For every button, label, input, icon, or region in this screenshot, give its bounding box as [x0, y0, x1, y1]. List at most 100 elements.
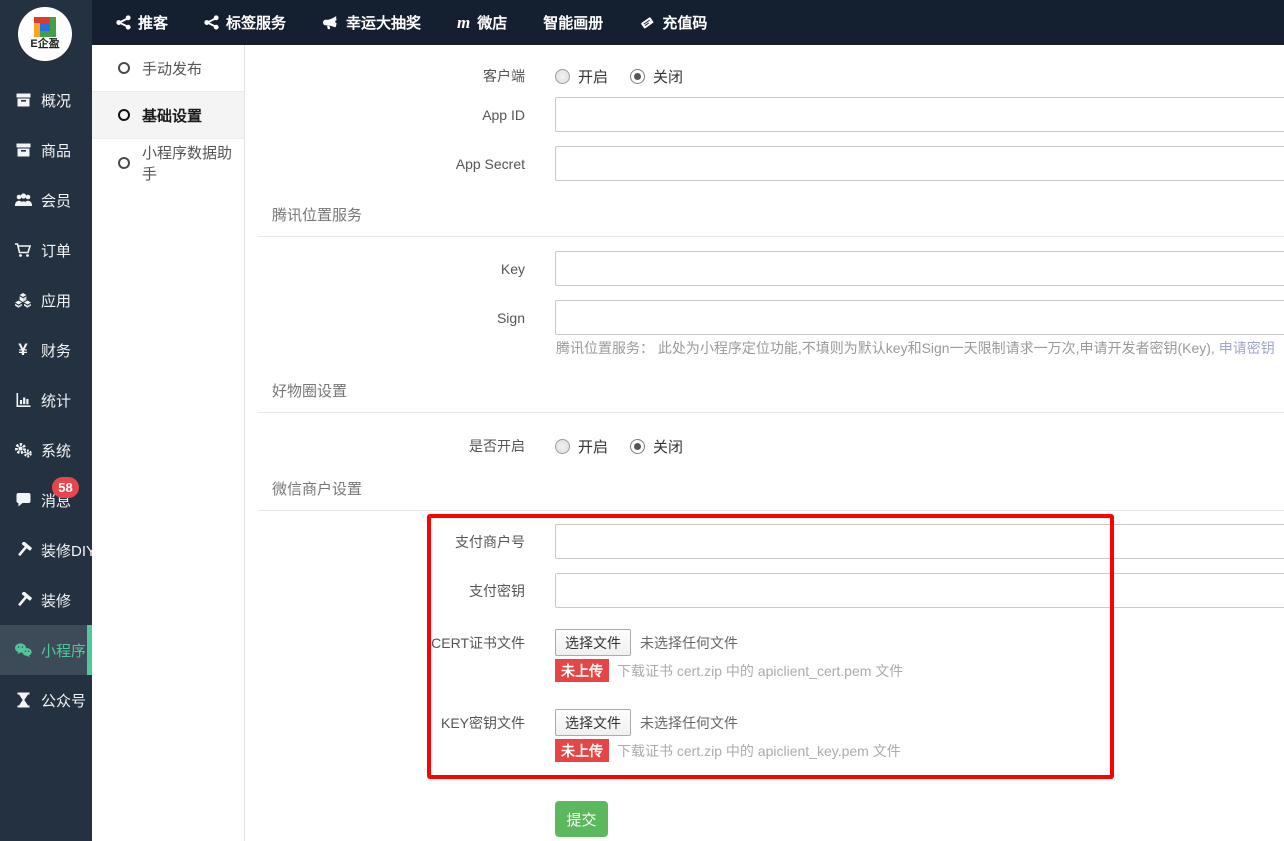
submenu-item-basic-settings[interactable]: 基础设置: [92, 92, 244, 139]
cert-file-no-file-text: 未选择任何文件: [640, 633, 738, 653]
cert-download-hint[interactable]: 下载证书 cert.zip 中的 apiclient_cert.pem 文件: [617, 661, 903, 681]
app-id-input[interactable]: [555, 97, 1284, 132]
sidebar-item-decorate-diy[interactable]: 装修DIY: [0, 525, 92, 575]
topbar-item-weidian[interactable]: m 微店: [457, 12, 507, 33]
radio-label: 关闭: [653, 66, 683, 87]
submenu-item-label: 手动发布: [142, 58, 202, 79]
topbar-item-smart-album[interactable]: 智能画册: [543, 12, 603, 33]
topbar-item-recharge-code[interactable]: 充值码: [639, 12, 707, 33]
sidebar-item-orders[interactable]: 订单: [0, 225, 92, 275]
topbar-item-tuike[interactable]: 推客: [116, 12, 168, 33]
client-radio-on[interactable]: 开启: [555, 66, 608, 87]
haowu-switch-label: 是否开启: [246, 436, 525, 456]
sidebar-item-label: 订单: [41, 240, 71, 261]
radio-label: 开启: [578, 436, 608, 457]
app-secret-label: App Secret: [246, 156, 525, 172]
key-label: Key: [246, 261, 525, 277]
cert-file-choose-button[interactable]: 选择文件: [555, 629, 631, 656]
radio-label: 开启: [578, 66, 608, 87]
key-download-hint[interactable]: 下载证书 cert.zip 中的 apiclient_key.pem 文件: [617, 741, 901, 761]
client-radio-off[interactable]: 关闭: [630, 66, 683, 87]
key-file-choose-button[interactable]: 选择文件: [555, 709, 631, 736]
submit-button[interactable]: 提交: [555, 801, 608, 837]
key-not-uploaded-badge: 未上传: [555, 739, 609, 762]
location-hint-text: 腾讯位置服务： 此处为小程序定位功能,不填则为默认key和Sign一天限制请求一…: [556, 340, 1219, 356]
submenu-item-label: 小程序数据助手: [142, 142, 244, 184]
stats-chart-icon: [15, 392, 32, 408]
sidebar-item-overview[interactable]: 概况: [0, 75, 92, 125]
goods-box-icon: [15, 142, 32, 158]
radio-checked-icon[interactable]: [630, 69, 645, 84]
topbar-item-label: 充值码: [662, 12, 707, 33]
sidebar-item-apps[interactable]: 应用: [0, 275, 92, 325]
sidebar-item-label: 会员: [41, 190, 71, 211]
system-gears-icon: [14, 442, 33, 458]
haowu-radio-off[interactable]: 关闭: [630, 436, 683, 457]
sidebar-item-goods[interactable]: 商品: [0, 125, 92, 175]
topbar-item-lucky-draw[interactable]: 幸运大抽奖: [322, 12, 421, 33]
section-wechat-merchant: 微信商户设置: [258, 478, 1284, 511]
apply-key-link[interactable]: 申请密钥: [1219, 340, 1275, 356]
main-content: 客户端 开启 关闭 App ID App Secret 腾讯位置服务 Key S…: [246, 45, 1284, 841]
sign-input[interactable]: [555, 300, 1284, 335]
submenu-item-data-assistant[interactable]: 小程序数据助手: [92, 139, 244, 186]
sidebar-item-label: 商品: [41, 140, 71, 161]
hourglass-icon: [16, 692, 31, 708]
app-secret-input[interactable]: [555, 146, 1284, 181]
sign-label: Sign: [246, 310, 525, 326]
brand-logo[interactable]: E企盈: [18, 7, 72, 61]
submenu-item-label: 基础设置: [142, 105, 202, 126]
sidebar-item-label: 概况: [41, 90, 71, 111]
hammer-icon: [15, 592, 32, 608]
circle-icon: [118, 62, 130, 74]
radio-unchecked-icon[interactable]: [555, 69, 570, 84]
sidebar-item-finance[interactable]: ¥ 财务: [0, 325, 92, 375]
sidebar-item-stats[interactable]: 统计: [0, 375, 92, 425]
brand-logo-mark-icon: [34, 17, 56, 37]
topbar-item-label: 智能画册: [543, 12, 603, 33]
sidebar-item-decorate[interactable]: 装修: [0, 575, 92, 625]
key-input[interactable]: [555, 251, 1284, 286]
app-id-label: App ID: [246, 107, 525, 123]
radio-checked-icon[interactable]: [630, 439, 645, 454]
topbar-item-label: 微店: [477, 12, 507, 33]
wechat-icon: [14, 642, 33, 658]
sidebar-item-members[interactable]: 会员: [0, 175, 92, 225]
topbar-item-tag-service[interactable]: 标签服务: [204, 12, 286, 33]
sidebar-item-official-account[interactable]: 公众号: [0, 675, 92, 725]
sidebar-item-label: 财务: [41, 340, 71, 361]
radio-label: 关闭: [653, 436, 683, 457]
share-icon: [204, 15, 219, 30]
sidebar-item-label: 装修: [41, 590, 71, 611]
overview-box-icon: [15, 92, 32, 108]
pay-merchant-input[interactable]: [555, 524, 1284, 559]
cart-icon: [14, 242, 32, 258]
location-hint: 腾讯位置服务： 此处为小程序定位功能,不填则为默认key和Sign一天限制请求一…: [556, 338, 1275, 358]
haowu-radio-group: 开启 关闭: [555, 436, 683, 457]
topbar: 推客 标签服务 幸运大抽奖 m 微店 智能画册 充值码: [92, 0, 1284, 45]
key-file-no-file-text: 未选择任何文件: [640, 713, 738, 733]
letter-m-icon: m: [457, 14, 470, 31]
app-window: 推客 标签服务 幸运大抽奖 m 微店 智能画册 充值码: [0, 0, 1284, 841]
circle-icon: [118, 109, 130, 121]
key-file-label: KEY密钥文件: [246, 713, 525, 733]
messages-count-badge: 58: [52, 477, 79, 498]
radio-unchecked-icon[interactable]: [555, 439, 570, 454]
submenu-item-manual-publish[interactable]: 手动发布: [92, 45, 244, 92]
sidebar: E企盈 概况 商品 会员 订单 应用 ¥: [0, 0, 92, 841]
section-haowuquan: 好物圈设置: [258, 380, 1284, 413]
topbar-item-label: 标签服务: [226, 12, 286, 33]
cert-not-uploaded-badge: 未上传: [555, 659, 609, 682]
haowu-radio-on[interactable]: 开启: [555, 436, 608, 457]
share-icon: [116, 15, 131, 30]
hammer-icon: [15, 542, 32, 558]
sidebar-item-miniprogram[interactable]: 小程序: [0, 625, 92, 675]
bullhorn-icon: [322, 15, 339, 30]
sidebar-item-messages[interactable]: 消息 58: [0, 475, 92, 525]
topbar-item-label: 幸运大抽奖: [346, 12, 421, 33]
sidebar-item-system[interactable]: 系统: [0, 425, 92, 475]
submenu: 手动发布 基础设置 小程序数据助手: [92, 45, 245, 841]
pay-secret-input[interactable]: [555, 573, 1284, 608]
sidebar-item-label: 公众号: [41, 690, 86, 711]
members-icon: [14, 192, 33, 208]
